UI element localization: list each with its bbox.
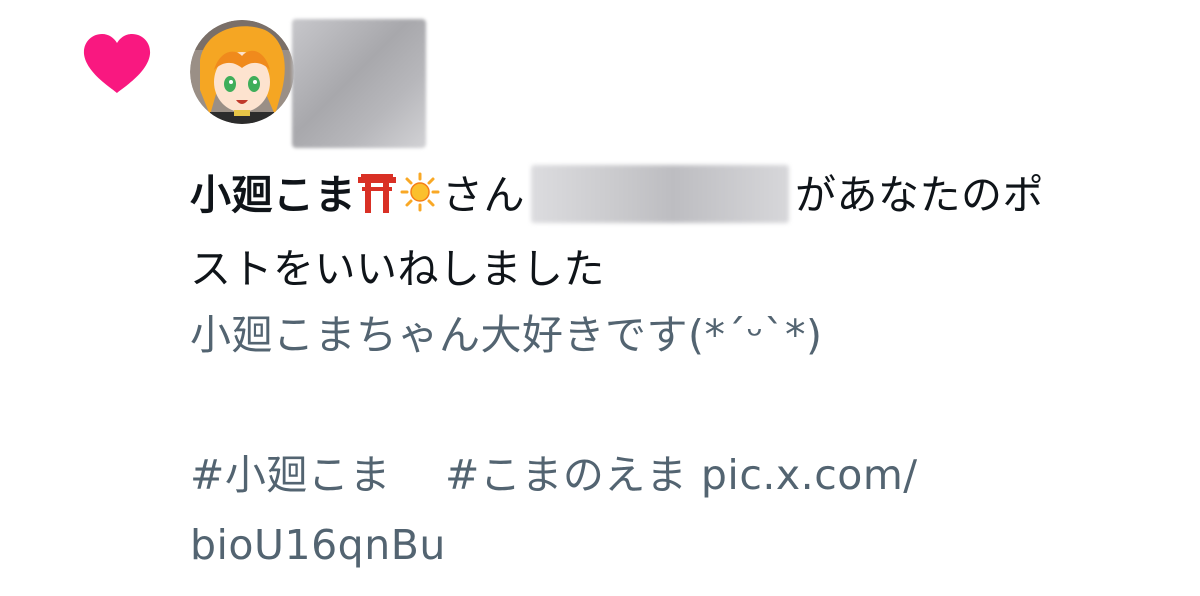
like-notification[interactable]: 小廻こま さん があなたのポ ストをいいねしました 小廻こまちゃん大好きです(*… [0, 0, 1200, 596]
liked-post-preview[interactable]: 小廻こまちゃん大好きです(*´ᵕ`*) #小廻こま #こまのえま pic.x.c… [190, 300, 1180, 580]
action-text-line1: があなたのポ [795, 171, 1044, 219]
sun-emoji [398, 164, 442, 234]
hashtag-link[interactable]: #こまのえま [445, 451, 687, 499]
action-text-line2: ストをいいねしました [190, 245, 605, 293]
post-text: 小廻こまちゃん大好きです(*´ᵕ`*) [190, 311, 823, 359]
torii-gate-emoji [356, 164, 398, 234]
media-link[interactable]: pic.x.com/ [701, 451, 918, 499]
honorific: さん [442, 171, 525, 219]
redacted-user-name[interactable] [531, 165, 789, 223]
avatar[interactable] [190, 20, 294, 124]
notification-summary: 小廻こま さん があなたのポストをいいねしました [190, 160, 1180, 304]
redacted-avatar[interactable] [292, 19, 426, 148]
heart-icon [83, 34, 151, 93]
hashtag-link[interactable]: #小廻こま [190, 451, 391, 499]
media-link-continued[interactable]: bioU16qnBu [190, 521, 446, 569]
liker-name[interactable]: 小廻こま [190, 171, 356, 219]
